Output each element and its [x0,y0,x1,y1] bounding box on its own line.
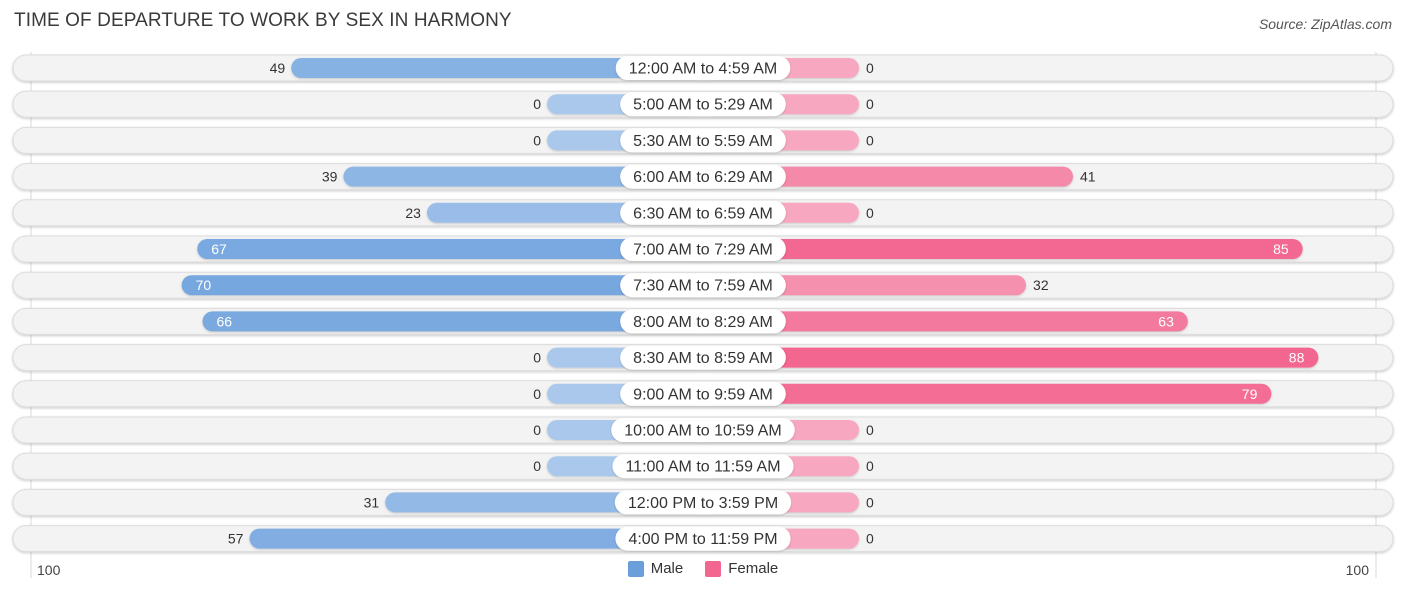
legend-item-female[interactable]: Female [705,560,778,577]
category-label: 6:00 AM to 6:29 AM [633,169,773,186]
value-label-male: 70 [196,277,212,293]
legend-swatch-female [705,560,722,577]
chart-row: 6:00 AM to 6:29 AM 39 41 [12,163,1394,191]
category-label: 6:30 AM to 6:59 AM [633,205,773,222]
category-label: 5:00 AM to 5:29 AM [633,97,773,114]
chart-row: 5:00 AM to 5:29 AM 0 0 [12,90,1394,118]
value-label-male: 0 [533,422,541,438]
legend-label-female: Female [728,560,779,577]
value-label-female: 0 [866,531,874,547]
value-label-female: 32 [1033,277,1049,293]
legend-label-male: Male [650,560,684,577]
category-label: 7:30 AM to 7:59 AM [633,278,773,295]
value-label-male: 0 [533,96,541,112]
value-label-male: 57 [228,531,244,547]
category-label: 12:00 AM to 4:59 AM [629,61,778,78]
value-label-female: 0 [866,96,874,112]
chart-row: 7:00 AM to 7:29 AM 67 85 [12,235,1394,263]
chart-row: 12:00 PM to 3:59 PM 31 0 [12,488,1394,516]
value-label-female: 0 [866,132,874,148]
chart-row: 7:30 AM to 7:59 AM 70 32 [12,271,1394,299]
chart-row: 11:00 AM to 11:59 AM 0 0 [12,452,1394,480]
category-label: 7:00 AM to 7:29 AM [633,242,773,259]
chart-row: 5:30 AM to 5:59 AM 0 0 [12,126,1394,154]
bar-female [703,383,1272,404]
value-label-female: 0 [866,458,874,474]
category-label: 4:00 PM to 11:59 PM [628,531,777,548]
bar-female [703,347,1319,368]
category-label: 8:00 AM to 8:29 AM [633,314,773,331]
value-label-male: 66 [216,313,232,329]
chart-row: 8:30 AM to 8:59 AM 0 88 [12,344,1394,372]
value-label-female: 0 [866,60,874,76]
value-label-female: 0 [866,205,874,221]
value-label-female: 0 [866,494,874,510]
value-label-male: 0 [533,458,541,474]
category-label: 12:00 PM to 3:59 PM [628,495,778,512]
legend-item-male[interactable]: Male [627,560,684,577]
value-label-male: 23 [405,205,421,221]
value-label-male: 0 [533,132,541,148]
value-label-female: 88 [1289,350,1305,366]
value-label-female: 63 [1158,313,1174,329]
category-label: 11:00 AM to 11:59 AM [625,459,780,476]
value-label-female: 41 [1080,169,1096,185]
legend-swatch-male [627,560,644,577]
chart-row: 8:00 AM to 8:29 AM 66 63 [12,307,1394,335]
chart-row: 12:00 AM to 4:59 AM 49 0 [12,54,1394,82]
value-label-male: 49 [270,60,286,76]
category-label: 10:00 AM to 10:59 AM [624,423,781,440]
category-label: 8:30 AM to 8:59 AM [633,350,773,367]
value-label-male: 67 [211,241,227,257]
chart-row: 6:30 AM to 6:59 AM 23 0 [12,199,1394,227]
value-label-male: 31 [364,494,380,510]
chart-row: 10:00 AM to 10:59 AM 0 0 [12,416,1394,444]
chart-canvas: 12:00 AM to 4:59 AM49 05:00 AM to 5:29 AM… [12,52,1394,578]
value-label-female: 79 [1242,386,1258,402]
bar-female [703,239,1303,259]
category-label: 5:30 AM to 5:59 AM [633,133,773,150]
value-label-male: 39 [322,169,338,185]
value-label-female: 85 [1273,241,1289,257]
category-label: 9:00 AM to 9:59 AM [633,386,773,403]
value-label-female: 0 [866,422,874,438]
chart-row: 4:00 PM to 11:59 PM 57 0 [12,525,1394,553]
value-label-male: 0 [533,386,541,402]
legend: Male Female [0,560,1406,577]
value-label-male: 0 [533,350,541,366]
chart-row: 9:00 AM to 9:59 AM 0 79 [12,380,1394,408]
